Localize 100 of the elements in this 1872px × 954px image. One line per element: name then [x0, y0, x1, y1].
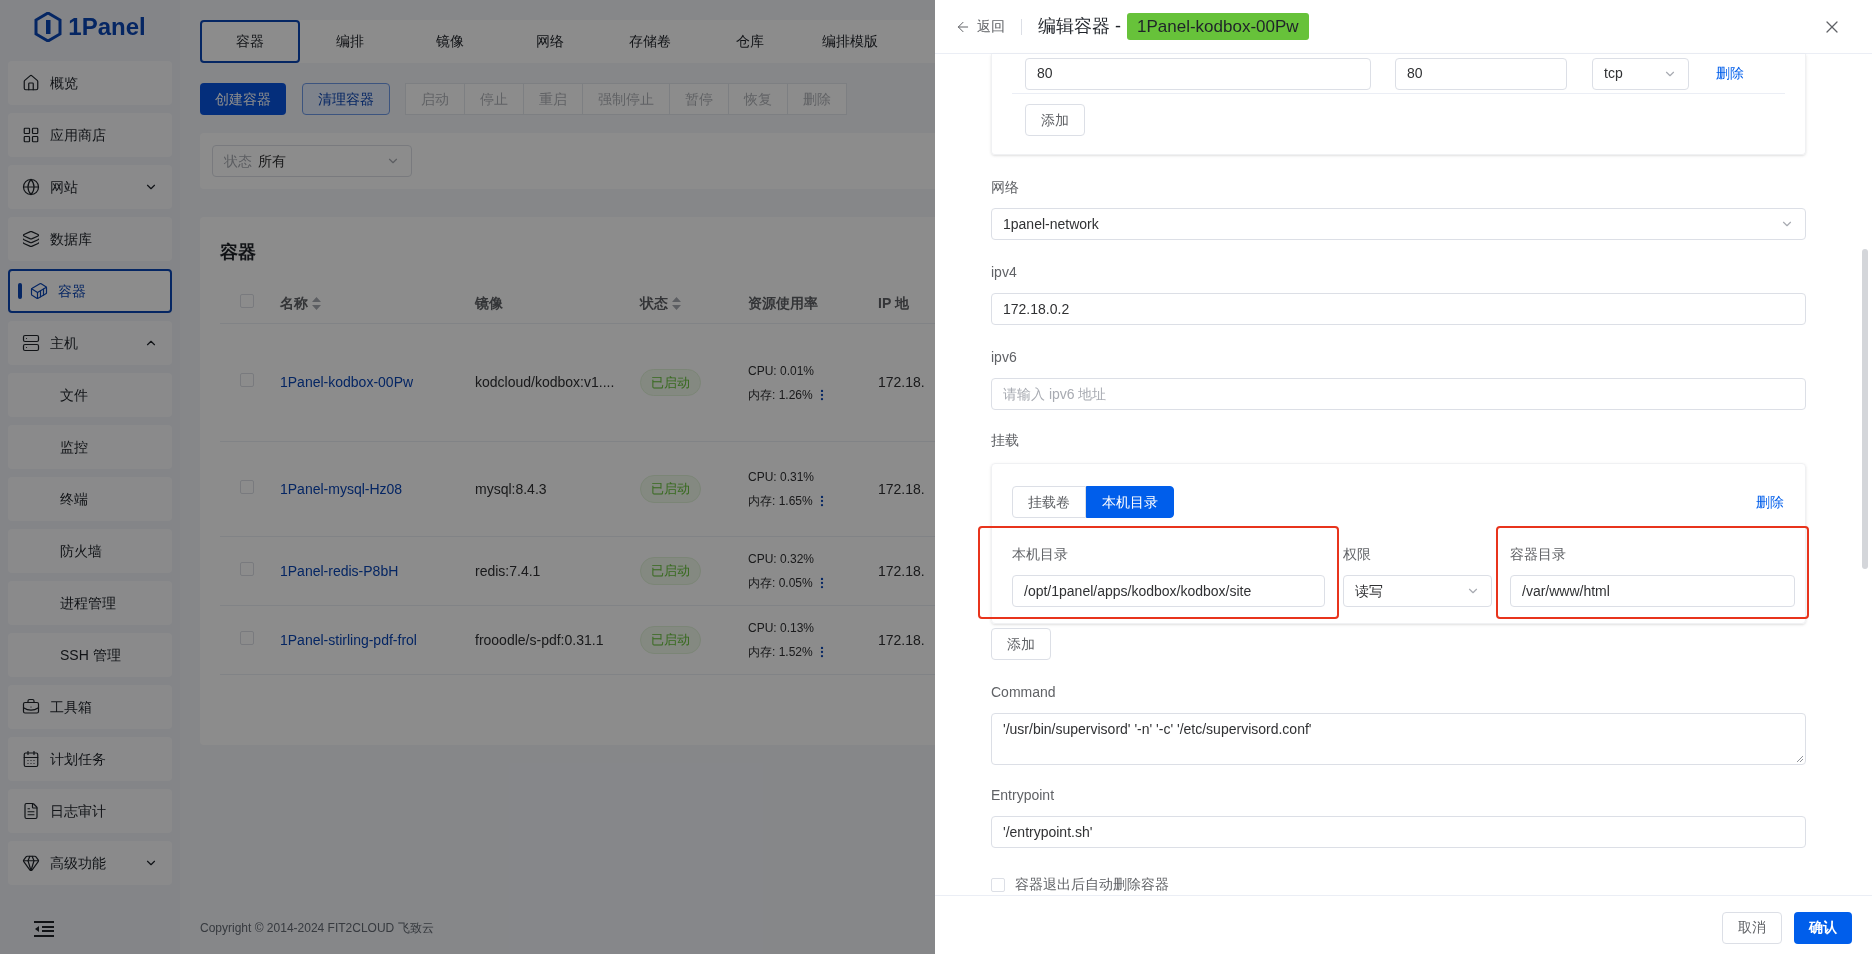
sidebar-subitem[interactable]: SSH 管理 [8, 633, 172, 677]
back-button[interactable]: 返回 [955, 16, 1005, 37]
resize-handle-icon[interactable] [1796, 755, 1804, 763]
input-field[interactable]: /var/www/html [1510, 575, 1795, 607]
sidebar-subitem[interactable]: 文件 [8, 373, 172, 417]
sidebar-item[interactable]: 网站 [8, 165, 172, 209]
input-field[interactable]: '/entrypoint.sh' [991, 816, 1806, 848]
table-cell: redis:7.4.1 [475, 562, 541, 579]
column-header[interactable]: 状态 [640, 293, 681, 314]
confirm-button[interactable]: 确认 [1794, 911, 1852, 944]
column-header[interactable]: 名称 [280, 293, 321, 314]
memory-usage: 内存: 1.26% [748, 386, 813, 404]
sidebar-item[interactable]: 应用商店 [8, 113, 172, 157]
container-name-tag: 1Panel-kodbox-00Pw [1127, 12, 1309, 41]
sidebar-item[interactable]: 数据库 [8, 217, 172, 261]
select-field[interactable]: tcp [1592, 57, 1689, 90]
sidebar-item-label: 主机 [50, 333, 78, 353]
sidebar-item[interactable]: 工具箱 [8, 685, 172, 729]
sidebar-item-label: 终端 [60, 489, 88, 509]
clean-containers-button[interactable]: 清理容器 [302, 83, 390, 115]
delete-link[interactable]: 删除 [1756, 491, 1784, 513]
sidebar-item-label: 日志审计 [50, 801, 106, 821]
layers-icon [22, 230, 40, 248]
scrollbar-thumb[interactable] [1862, 249, 1868, 569]
column-header: 镜像 [475, 294, 503, 313]
field-label: 权限 [1343, 545, 1372, 564]
table-cell: mysql:8.4.3 [475, 480, 547, 497]
sidebar-item[interactable]: 高级功能 [8, 841, 172, 885]
sidebar-item[interactable]: 主机 [8, 321, 172, 365]
input-field[interactable]: 80 [1395, 57, 1567, 90]
select-field[interactable]: 读写 [1343, 575, 1492, 607]
sidebar-item-label: 工具箱 [50, 697, 92, 717]
table-cell: 172.18. [878, 562, 925, 579]
sidebar-item-label: 概览 [50, 73, 78, 93]
collapse-menu-icon[interactable] [34, 921, 54, 937]
select-field[interactable]: 1panel-network [991, 208, 1806, 240]
input-field[interactable]: 80 [1025, 57, 1371, 90]
field-label: ipv6 [991, 348, 1018, 367]
column-header: 资源使用率 [748, 294, 818, 313]
input-field[interactable]: /opt/1panel/apps/kodbox/kodbox/site [1012, 575, 1325, 607]
delete-link[interactable]: 删除 [1716, 63, 1744, 84]
sidebar-item-label: 数据库 [50, 229, 92, 249]
tab[interactable]: 存储卷 [600, 20, 700, 63]
sidebar-subitem[interactable]: 终端 [8, 477, 172, 521]
document-icon [22, 802, 40, 820]
field-label: Entrypoint [991, 786, 1056, 805]
table-cell: kodcloud/kodbox:v1.... [475, 374, 615, 390]
create-container-button[interactable]: 创建容器 [200, 83, 286, 115]
cancel-button[interactable]: 取消 [1722, 911, 1782, 944]
table-cell: frooodle/s-pdf:0.31.1 [475, 631, 604, 648]
tab[interactable]: 仓库 [700, 20, 800, 63]
sort-icon[interactable] [312, 297, 321, 310]
container-name-link[interactable]: 1Panel-kodbox-00Pw [280, 374, 414, 390]
sort-icon[interactable] [672, 297, 681, 310]
status-tag: 已启动 [640, 475, 701, 503]
sidebar-item-label: 监控 [60, 437, 88, 457]
sidebar-item-label: SSH 管理 [60, 645, 121, 665]
sidebar-item[interactable]: 概览 [8, 61, 172, 105]
sidebar-subitem[interactable]: 防火墙 [8, 529, 172, 573]
mount-type-tab[interactable]: 挂载卷 [1012, 486, 1086, 518]
cpu-usage: CPU: 0.32% [748, 551, 816, 568]
field-label: 本机目录 [1012, 545, 1069, 564]
field-label: 网络 [991, 178, 1020, 197]
auto-remove-checkbox[interactable] [991, 877, 1005, 892]
sidebar-item[interactable]: 计划任务 [8, 737, 172, 781]
tab[interactable]: 编排模版 [800, 20, 900, 63]
logo-text: 1Panel [68, 12, 146, 42]
container-name-link[interactable]: 1Panel-mysql-Hz08 [280, 480, 403, 497]
selected-indicator [18, 283, 22, 299]
container-name-link[interactable]: 1Panel-stirling-pdf-frol [280, 631, 417, 648]
mount-type-tab[interactable]: 本机目录 [1086, 486, 1174, 518]
server-icon [22, 334, 40, 352]
command-textarea[interactable]: '/usr/bin/supervisord' '-n' '-c' '/etc/supervisord.conf' [991, 713, 1806, 765]
table-cell: 172.18. [878, 480, 925, 497]
sidebar-subitem[interactable]: 监控 [8, 425, 172, 469]
tab[interactable]: 镜像 [400, 20, 500, 63]
memory-usage: 内存: 1.65% [748, 493, 813, 510]
sidebar-item-label: 防火墙 [60, 541, 102, 561]
memory-usage: 内存: 1.52% [748, 644, 813, 661]
tab[interactable]: 容器 [200, 20, 300, 63]
input-field[interactable]: 172.18.0.2 [991, 293, 1806, 325]
field-label: 挂载 [991, 431, 1020, 450]
tab[interactable]: 网络 [500, 20, 600, 63]
container-icon [30, 282, 48, 300]
cpu-usage: CPU: 0.13% [748, 620, 816, 637]
sidebar-item[interactable]: 容器 [8, 269, 172, 313]
table-cell: 172.18. [878, 374, 925, 390]
sidebar-item-label: 计划任务 [50, 749, 106, 769]
sidebar-item[interactable]: 日志审计 [8, 789, 172, 833]
add-port-button[interactable]: 添加 [1025, 104, 1085, 136]
tab[interactable]: 编排 [300, 20, 400, 63]
status-tag: 已启动 [640, 626, 701, 654]
sidebar-item-label: 进程管理 [60, 593, 116, 613]
field-label: Command [991, 683, 1057, 702]
home-icon [22, 74, 40, 92]
status-tag: 已启动 [640, 557, 701, 585]
add-mount-button[interactable]: 添加 [991, 628, 1051, 660]
checkbox-label: 容器退出后自动删除容器 [1015, 875, 1169, 894]
container-name-link[interactable]: 1Panel-redis-P8bH [280, 562, 399, 579]
sidebar-subitem[interactable]: 进程管理 [8, 581, 172, 625]
